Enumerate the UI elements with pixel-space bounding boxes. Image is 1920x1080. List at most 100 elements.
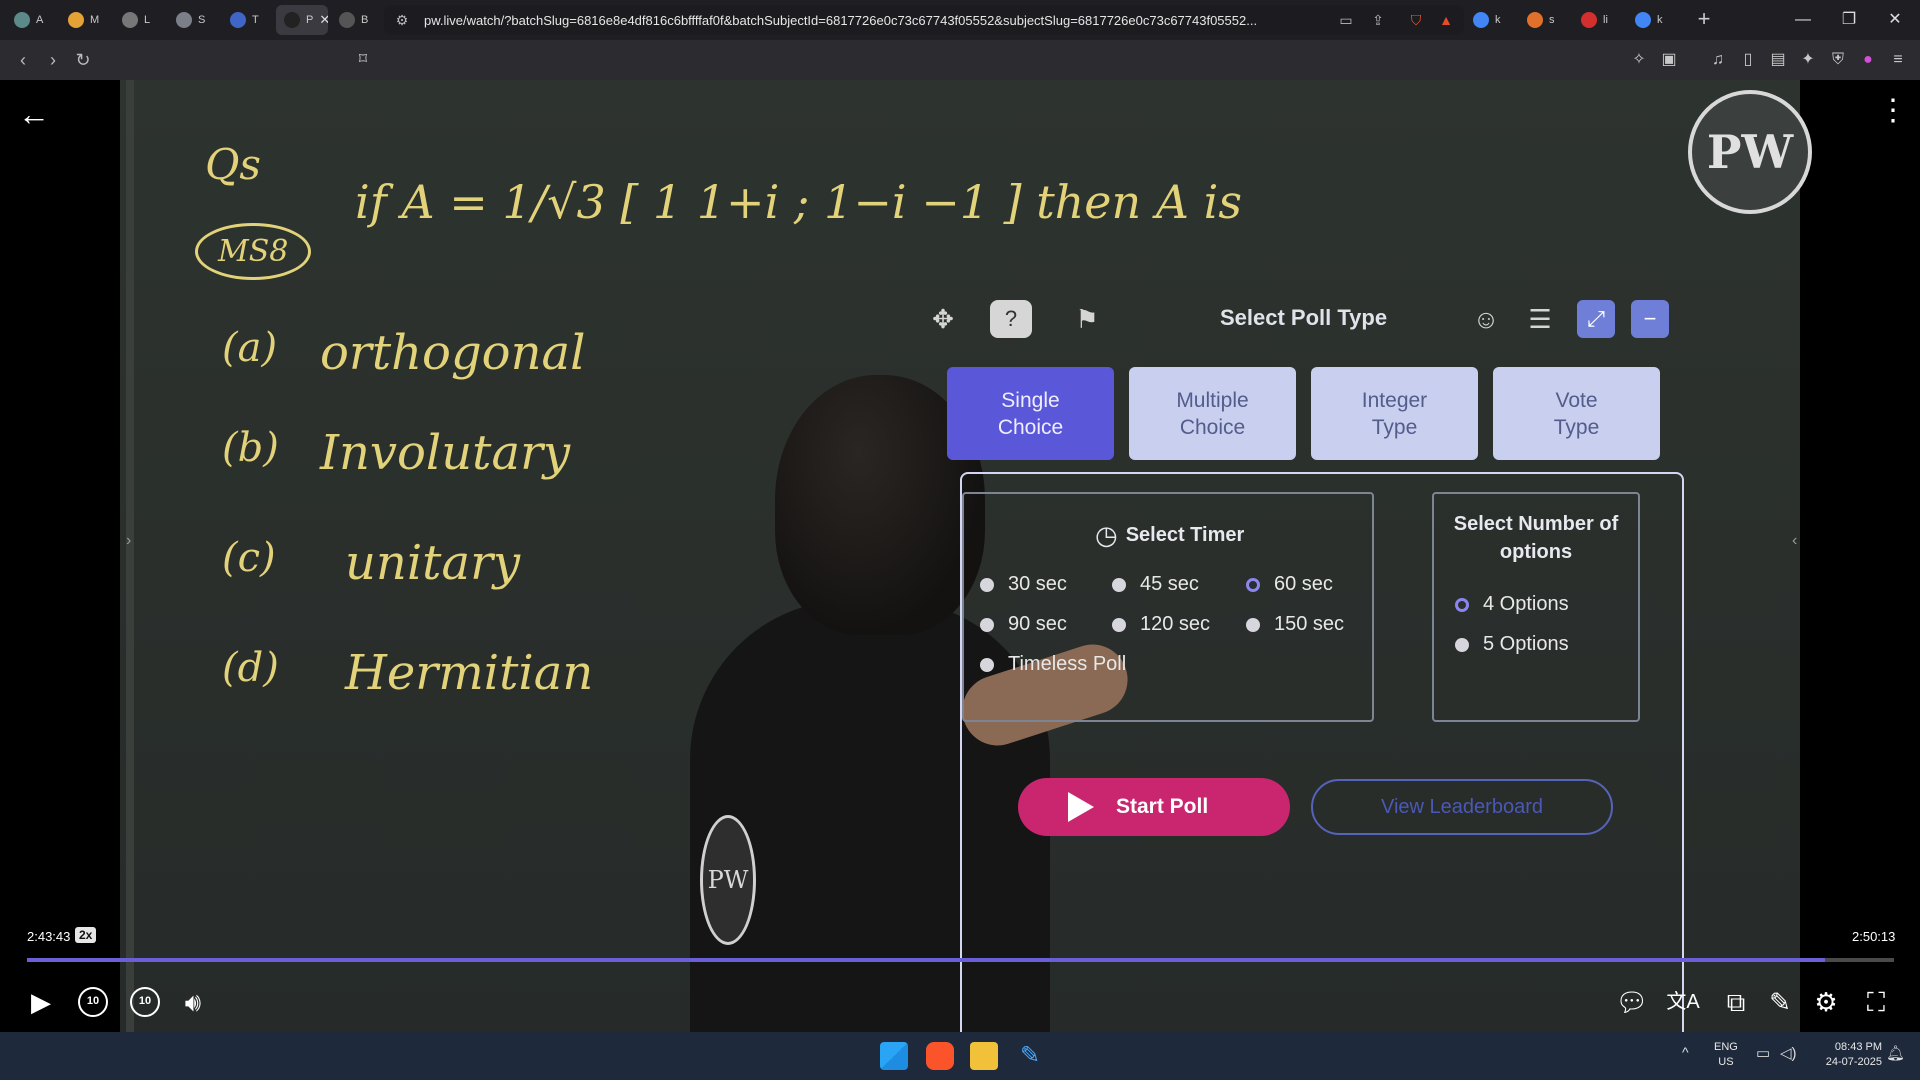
restore-button[interactable]: ❐	[1826, 0, 1872, 40]
volume-icon[interactable]: 🔊︎	[176, 982, 210, 1022]
profile-icon[interactable]: ●	[1855, 45, 1881, 75]
notes-icon[interactable]: ✎	[1762, 982, 1798, 1022]
fullscreen-icon[interactable]: ⛶	[1858, 982, 1894, 1022]
poll-type-tab[interactable]: Vote Type	[1493, 367, 1660, 460]
radio-label: 150 sec	[1274, 613, 1345, 635]
browser-tab[interactable]: s	[1519, 5, 1570, 35]
forward-10-button[interactable]: 10	[128, 982, 162, 1022]
playback-speed-badge[interactable]: 2x	[75, 927, 97, 943]
pen-tool-icon[interactable]: ✎	[1016, 1042, 1044, 1070]
radio-label: 120 sec	[1140, 613, 1211, 635]
sidebar-icon[interactable]: ▯	[1735, 45, 1761, 75]
feedback-icon[interactable]: ☺	[1466, 297, 1506, 341]
move-icon[interactable]: ✥	[922, 297, 964, 341]
clock[interactable]: 08:43 PM 24-07-2025	[1812, 1040, 1882, 1070]
view-leaderboard-button[interactable]: View Leaderboard	[1311, 779, 1613, 835]
file-explorer-icon[interactable]	[970, 1042, 998, 1070]
media-icon[interactable]: ♫	[1705, 45, 1731, 75]
help-icon[interactable]: ?	[990, 300, 1032, 338]
seek-bar[interactable]	[27, 958, 1894, 962]
extensions-icon[interactable]: ✧	[1626, 45, 1652, 75]
rewind-10-button[interactable]: 10	[76, 982, 110, 1022]
timer-radio[interactable]: 30 sec	[980, 573, 1067, 596]
clock-time: 08:43 PM	[1834, 1041, 1882, 1053]
vpn-icon[interactable]: ⛨	[1825, 45, 1851, 75]
minimize-poll-icon[interactable]: −	[1631, 300, 1669, 338]
chat-icon[interactable]: ☰	[1518, 297, 1562, 341]
translate-icon[interactable]: 文A	[1665, 982, 1701, 1022]
start-poll-button[interactable]: Start Poll	[1018, 778, 1290, 836]
browser-tab[interactable]: k	[1465, 5, 1516, 35]
tab-title: P	[306, 14, 314, 26]
browser-tab[interactable]: B	[331, 5, 382, 35]
browser-tab[interactable]: k	[1627, 5, 1678, 35]
language-indicator[interactable]: ENG US	[1714, 1040, 1738, 1070]
timer-radio[interactable]: Timeless Poll	[980, 653, 1140, 676]
options-count-radio[interactable]: 5 Options	[1455, 633, 1569, 656]
picture-in-picture-icon[interactable]: ⧉	[1718, 982, 1754, 1022]
expand-icon[interactable]: ⤢	[1577, 300, 1615, 338]
video-player[interactable]: Qs MS8 if A = 1/√3 [ 1 1+i ; 1−i −1 ] th…	[0, 80, 1920, 1032]
browser-tab[interactable]: P ✕	[276, 5, 328, 35]
bookmark-icon[interactable]: ⌑	[350, 45, 376, 75]
network-icon[interactable]: ▭	[1756, 1044, 1770, 1062]
rewind-icon: 10	[78, 987, 108, 1017]
timer-title: Select Timer	[1125, 524, 1245, 546]
browser-tab[interactable]: T	[222, 5, 273, 35]
tab-close-icon[interactable]: ✕	[319, 12, 328, 28]
minimize-button[interactable]: —	[1780, 0, 1826, 40]
options-count-radio[interactable]: 4 Options	[1455, 593, 1569, 616]
browser-tab[interactable]: S	[168, 5, 219, 35]
left-chevron-icon[interactable]: ›	[126, 532, 131, 550]
tab-title: S	[198, 14, 206, 26]
settings-gear-icon[interactable]: ⚙	[1808, 982, 1844, 1022]
brave-shields-icon[interactable]: ⛉	[1404, 5, 1428, 35]
url-field[interactable]: ⚙ pw.live/watch/?batchSlug=6816e8e4df816…	[384, 5, 1464, 35]
back-button[interactable]: ‹	[8, 45, 38, 75]
reload-button[interactable]: ↻	[68, 45, 98, 75]
radio-dot	[1112, 617, 1126, 632]
leaderboard-podium-icon[interactable]: ⚑	[1066, 297, 1108, 341]
notification-bell-icon[interactable]: 🔔︎	[1886, 1044, 1905, 1062]
tab-favicon-icon	[339, 12, 355, 28]
right-chevron-icon[interactable]: ‹	[1792, 532, 1797, 550]
forward-button[interactable]: ›	[38, 45, 68, 75]
screenshot-icon[interactable]: ▣	[1656, 45, 1682, 75]
menu-icon[interactable]: ≡	[1885, 45, 1911, 75]
tab-favicon-icon	[1635, 12, 1651, 28]
poll-type-tab[interactable]: Single Choice	[947, 367, 1114, 460]
pw-logo: PW	[1688, 90, 1812, 214]
timer-radio[interactable]: 45 sec	[1112, 573, 1199, 596]
speaker-icon[interactable]: ◁)	[1780, 1044, 1797, 1062]
browser-tab[interactable]: A	[6, 5, 57, 35]
captions-icon[interactable]: 💬︎	[1614, 982, 1650, 1022]
wallet-icon[interactable]: ▤	[1765, 45, 1791, 75]
option-text: Involutary	[320, 425, 571, 481]
timer-radio[interactable]: 90 sec	[980, 613, 1067, 636]
tray-chevron-icon[interactable]: ^	[1682, 1044, 1689, 1060]
tab-favicon-icon	[1581, 12, 1597, 28]
close-window-button[interactable]: ✕	[1872, 0, 1918, 40]
brave-browser-icon[interactable]	[926, 1042, 954, 1070]
poll-type-tab[interactable]: Integer Type	[1311, 367, 1478, 460]
timer-radio[interactable]: 60 sec	[1246, 573, 1333, 596]
play-button[interactable]: ▶	[26, 982, 56, 1022]
browser-tab[interactable]: L	[114, 5, 165, 35]
install-app-icon[interactable]: ▭	[1334, 5, 1358, 35]
url-text: pw.live/watch/?batchSlug=6816e8e4df816c6…	[424, 12, 1258, 28]
tab-favicon-icon	[230, 12, 246, 28]
timer-radio[interactable]: 150 sec	[1246, 613, 1344, 636]
options-count-title: Select Number of options	[1453, 513, 1619, 563]
site-settings-icon[interactable]: ⚙	[390, 5, 414, 35]
leo-ai-icon[interactable]: ✦	[1795, 45, 1821, 75]
poll-type-tab[interactable]: Multiple Choice	[1129, 367, 1296, 460]
brave-rewards-icon[interactable]: ▲	[1434, 5, 1458, 35]
more-options-icon[interactable]: ⋮	[1878, 96, 1908, 126]
new-tab-button[interactable]: +	[1689, 5, 1719, 35]
browser-tab[interactable]: M	[60, 5, 111, 35]
share-icon[interactable]: ⇪	[1366, 5, 1390, 35]
player-back-arrow-icon[interactable]: ←	[18, 96, 50, 133]
start-menu-icon[interactable]	[880, 1042, 908, 1070]
browser-tab[interactable]: li	[1573, 5, 1624, 35]
timer-radio[interactable]: 120 sec	[1112, 613, 1210, 636]
